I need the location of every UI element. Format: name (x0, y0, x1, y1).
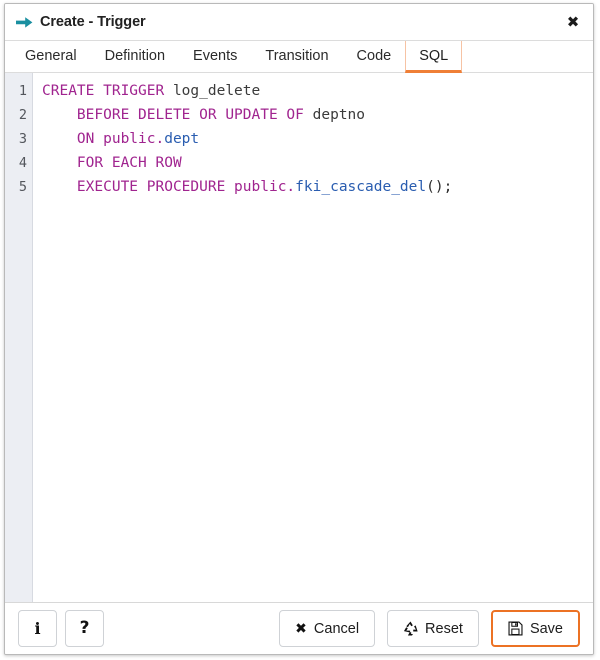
code-token: deptno (312, 107, 366, 123)
floppy-disk-icon (508, 621, 523, 636)
sql-editor[interactable]: 1 2 3 4 5 CREATE TRIGGER log_delete BEFO… (5, 73, 593, 602)
info-icon: i (34, 618, 41, 638)
line-number: 3 (18, 131, 27, 147)
tab-code[interactable]: Code (343, 41, 406, 73)
code-token: CREATE TRIGGER (42, 83, 173, 99)
code-token: EXECUTE PROCEDURE public. (42, 179, 296, 195)
dialog-titlebar: Create - Trigger ✖ (5, 4, 593, 41)
code-line: EXECUTE PROCEDURE public.fki_cascade_del… (42, 175, 593, 199)
sql-code-content[interactable]: CREATE TRIGGER log_delete BEFORE DELETE … (33, 73, 593, 602)
save-button[interactable]: Save (490, 610, 580, 647)
code-token: FOR EACH ROW (42, 155, 182, 171)
reset-button[interactable]: Reset (387, 610, 479, 647)
cancel-button[interactable]: ✖ Cancel (279, 610, 376, 647)
tab-sql[interactable]: SQL (405, 41, 463, 73)
code-token: BEFORE DELETE OR UPDATE OF (42, 107, 313, 123)
code-line: FOR EACH ROW (42, 151, 593, 175)
tab-bar: General Definition Events Transition Cod… (5, 41, 593, 73)
info-button[interactable]: i (18, 610, 57, 647)
code-line: BEFORE DELETE OR UPDATE OF deptno (42, 103, 593, 127)
help-button[interactable]: ? (65, 610, 104, 647)
line-number-gutter: 1 2 3 4 5 (5, 73, 33, 602)
tab-events[interactable]: Events (179, 41, 251, 73)
line-number: 5 (18, 179, 27, 195)
line-number: 1 (18, 83, 27, 99)
dialog-footer: i ? ✖ Cancel Reset Save (5, 602, 593, 654)
create-trigger-dialog: Create - Trigger ✖ General Definition Ev… (4, 3, 594, 655)
code-token: fki_cascade_del (295, 179, 427, 195)
code-line: CREATE TRIGGER log_delete (42, 79, 593, 103)
tab-transition[interactable]: Transition (251, 41, 342, 73)
tab-general[interactable]: General (11, 41, 91, 73)
reset-button-label: Reset (425, 620, 463, 637)
recycle-icon (403, 621, 418, 636)
code-token: dept (164, 131, 200, 147)
arrow-right-icon (16, 16, 33, 28)
footer-left-group: i ? (18, 610, 104, 647)
code-token: ON public. (42, 131, 165, 147)
save-button-label: Save (529, 620, 563, 637)
line-number: 2 (18, 107, 27, 123)
close-icon[interactable]: ✖ (563, 12, 583, 32)
tab-definition[interactable]: Definition (91, 41, 179, 73)
code-token: (); (426, 179, 453, 195)
code-line: ON public.dept (42, 127, 593, 151)
close-x-icon: ✖ (295, 620, 307, 637)
code-token: log_delete (172, 83, 261, 99)
line-number: 4 (18, 155, 27, 171)
dialog-title: Create - Trigger (40, 14, 146, 30)
cancel-button-label: Cancel (313, 620, 360, 637)
footer-right-group: ✖ Cancel Reset Save (279, 610, 580, 647)
help-icon: ? (79, 618, 90, 638)
